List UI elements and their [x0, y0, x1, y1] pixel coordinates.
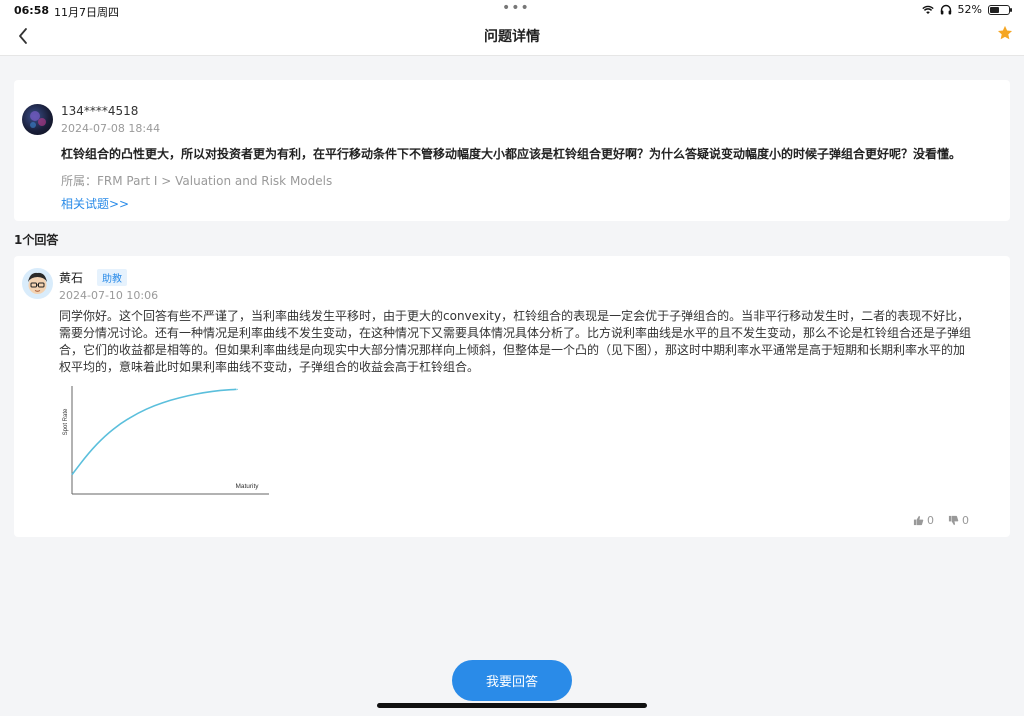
- status-bar: 06:58 11月7日周四 ••• 52%: [0, 0, 1024, 22]
- spot-rate-curve: [71, 388, 238, 476]
- thumbs-up-icon: [913, 515, 924, 526]
- answer-count: 1个回答: [14, 233, 59, 247]
- role-badge: 助教: [97, 269, 127, 286]
- status-date: 11月7日周四: [54, 6, 119, 19]
- y-axis-label: Spot Rate: [63, 408, 69, 435]
- question-text: 杠铃组合的凸性更大，所以对投资者更为有利，在平行移动条件下不管移动幅度大小都应该…: [61, 147, 962, 161]
- spot-rate-chart: Spot Rate Maturity: [63, 386, 269, 495]
- status-indicators: 52%: [921, 3, 1012, 16]
- avatar: [22, 104, 53, 135]
- question-user: 134****4518: [61, 104, 139, 118]
- battery-percent: 52%: [957, 3, 982, 16]
- dislike-button[interactable]: 0: [948, 514, 969, 527]
- x-axis-label: Maturity: [235, 483, 259, 490]
- nav-bar: 问题详情: [0, 22, 1024, 56]
- battery-icon: [988, 4, 1012, 15]
- like-button[interactable]: 0: [913, 514, 934, 527]
- vote-area: 0 0: [913, 514, 969, 527]
- multitask-dots[interactable]: •••: [502, 0, 530, 16]
- question-time: 2024-07-08 18:44: [61, 122, 161, 135]
- answer-time: 2024-07-10 10:06: [59, 289, 159, 302]
- question-category: 所属：FRM Part I > Valuation and Risk Model…: [61, 174, 333, 188]
- home-indicator[interactable]: [377, 703, 647, 708]
- dislike-count: 0: [962, 514, 969, 527]
- page-title: 问题详情: [484, 29, 540, 45]
- battery-level: [990, 6, 1000, 13]
- answer-button[interactable]: 我要回答: [452, 660, 572, 701]
- avatar: [22, 268, 53, 299]
- question-card: 134****4518 2024-07-08 18:44 杠铃组合的凸性更大，所…: [14, 80, 1010, 221]
- status-time: 06:58: [14, 4, 50, 17]
- favorite-star-icon[interactable]: [996, 24, 1014, 42]
- answer-user: 黄石: [59, 271, 84, 285]
- related-questions-link[interactable]: 相关试题>>: [61, 195, 129, 212]
- headphones-icon: [940, 4, 951, 15]
- answer-card: 黄石 助教 2024-07-10 10:06 同学你好。这个回答有些不严谨了，当…: [14, 256, 1010, 537]
- thumbs-down-icon: [948, 515, 959, 526]
- wifi-icon: [921, 5, 934, 14]
- like-count: 0: [927, 514, 934, 527]
- answer-text: 同学你好。这个回答有些不严谨了，当利率曲线发生平移时，由于更大的convexit…: [59, 309, 972, 374]
